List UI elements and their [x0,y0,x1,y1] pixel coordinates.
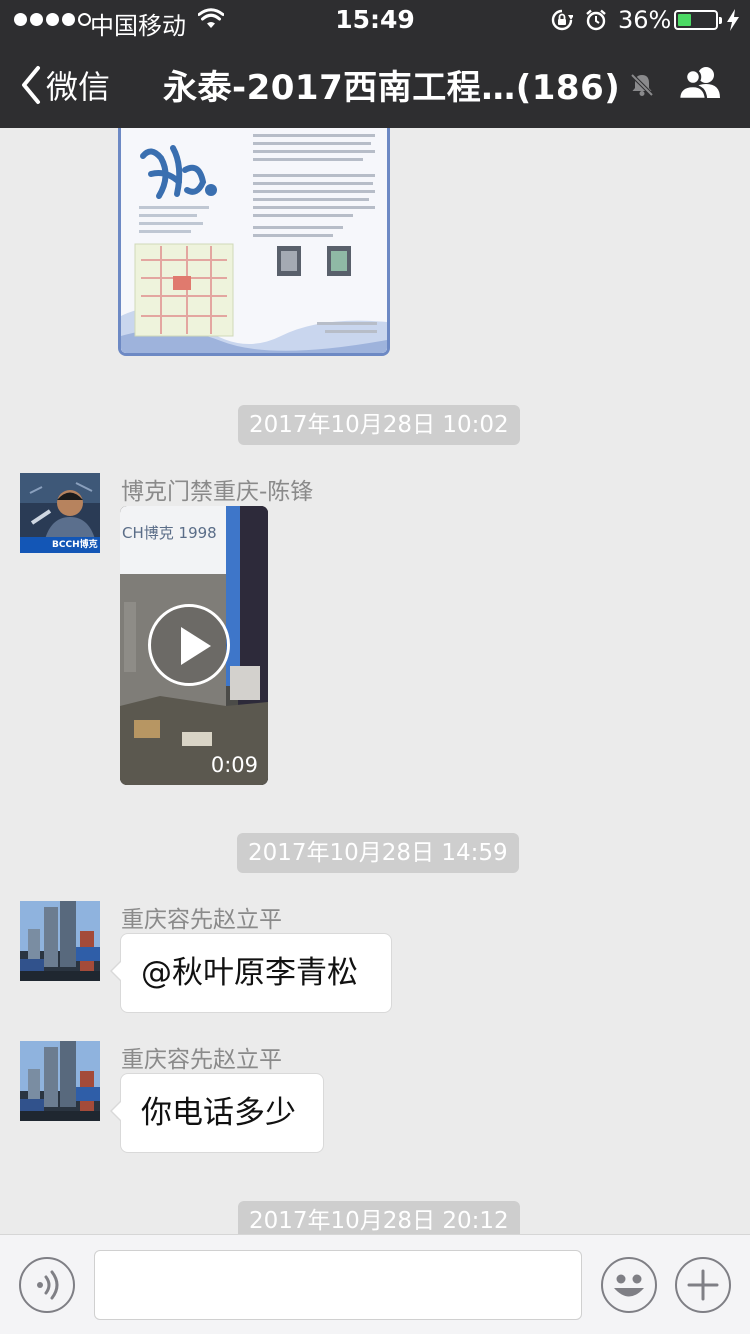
avatar-image [20,1041,100,1121]
avatar[interactable] [20,901,100,981]
play-icon[interactable] [148,604,230,686]
video-caption: CH博克 1998 [122,524,217,542]
timestamp: 2017年10月28日 20:12 [238,1201,520,1234]
chat-title: 永泰-2017西南工程…(186) [163,68,621,108]
message-input[interactable] [94,1250,582,1320]
voice-icon [37,1270,59,1300]
chat-area[interactable]: 2017年10月28日 10:02 BCCH博克 博克门禁重庆-陈锋 CH博克 … [0,128,750,1234]
message-bubble[interactable]: 你电话多少 [110,1073,324,1153]
message-bubble[interactable]: @秋叶原李青松 [110,933,392,1013]
nav-bar: 微信 永泰-2017西南工程…(186) [0,40,750,128]
sender-name: 博克门禁重庆-陈锋 [121,479,314,505]
emoji-icon [614,1274,644,1297]
status-bar: 中国移动 15:49 36% [0,0,750,40]
avatar-caption: BCCH博克 [52,540,98,550]
add-button[interactable] [675,1257,731,1313]
timestamp: 2017年10月28日 14:59 [237,833,519,873]
charging-icon [727,9,739,31]
alarm-icon [586,9,606,31]
back-label: 微信 [46,68,111,106]
avatar[interactable] [20,1041,100,1121]
back-button[interactable]: 微信 [20,62,110,108]
sender-name: 重庆容先赵立平 [121,1047,282,1073]
back-chevron-icon [22,66,40,104]
input-bar [0,1234,750,1334]
avatar[interactable]: BCCH博克 [20,473,100,553]
flyer-image [121,128,387,353]
sender-name: 重庆容先赵立平 [121,907,282,933]
voice-button[interactable] [19,1257,75,1313]
shared-image-flyer[interactable] [118,128,390,356]
mute-icon [630,73,654,97]
top-bar: 中国移动 15:49 36% 微信 永泰-2017西南工程…(186) [0,0,750,128]
battery-percent: 36% [618,6,672,34]
video-message[interactable]: CH博克 1998 0:09 [120,506,268,785]
video-duration: 0:09 [210,753,258,777]
add-icon [687,1269,719,1301]
timestamp: 2017年10月28日 10:02 [238,405,520,445]
battery-icon [674,10,722,30]
rotation-lock-icon [551,9,573,31]
group-members-icon[interactable] [676,64,726,104]
avatar-image [20,901,100,981]
emoji-button[interactable] [601,1257,657,1313]
